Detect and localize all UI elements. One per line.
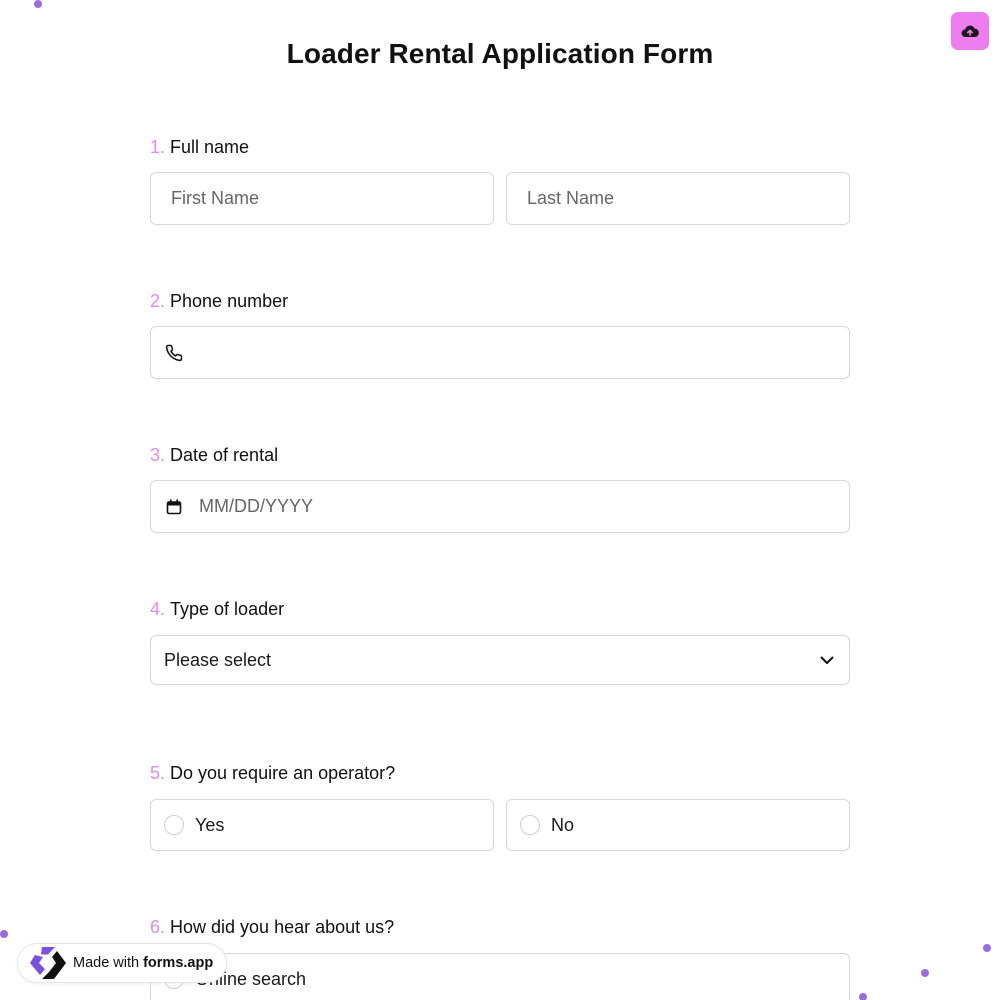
question-label-phone: 2. Phone number (150, 291, 288, 312)
forms-app-logo-icon (30, 947, 66, 979)
question-text: Phone number (170, 291, 289, 311)
operator-option-no[interactable]: No (506, 799, 850, 851)
question-text: Date of rental (170, 445, 279, 465)
first-name-input[interactable]: First Name (150, 172, 494, 225)
badge-brand: forms.app (143, 955, 214, 971)
last-name-placeholder: Last Name (527, 188, 615, 208)
last-name-input[interactable]: Last Name (506, 172, 850, 225)
decorative-dot (0, 930, 8, 938)
question-text: Do you require an operator? (170, 763, 396, 783)
radio-circle[interactable] (520, 815, 540, 835)
radio-label: No (551, 814, 575, 835)
loader-type-selected-value: Please select (164, 649, 272, 670)
made-with-badge[interactable]: Made with forms.app (17, 943, 227, 983)
decorative-dot (921, 969, 929, 977)
question-number: 6. (150, 917, 166, 937)
chevron-down-icon (820, 656, 834, 664)
radio-circle[interactable] (164, 815, 184, 835)
question-number: 1. (150, 137, 166, 157)
cloud-upload-icon (961, 25, 979, 38)
question-label-operator: 5. Do you require an operator? (150, 763, 395, 784)
phone-input[interactable] (150, 326, 850, 379)
phone-icon (165, 344, 183, 361)
heard-option-online-search[interactable]: Online search (150, 953, 850, 1000)
date-input[interactable]: MM/DD/YYYY (150, 480, 850, 533)
question-number: 3. (150, 445, 166, 465)
loader-type-select[interactable]: Please select (150, 635, 850, 685)
question-label-full-name: 1. Full name (150, 137, 249, 158)
badge-prefix: Made with (73, 955, 140, 971)
question-label-date: 3. Date of rental (150, 445, 278, 466)
decorative-dot (983, 944, 991, 952)
form-title: Loader Rental Application Form (286, 38, 714, 69)
question-text: Full name (170, 137, 250, 157)
question-text: Type of loader (170, 599, 285, 619)
question-label-heard-about: 6. How did you hear about us? (150, 917, 394, 938)
question-number: 4. (150, 599, 166, 619)
decorative-dot (859, 993, 867, 1000)
radio-label: Yes (195, 814, 225, 835)
operator-option-yes[interactable]: Yes (150, 799, 494, 851)
question-number: 2. (150, 291, 166, 311)
question-text: How did you hear about us? (170, 917, 395, 937)
calendar-icon (166, 498, 182, 514)
date-placeholder: MM/DD/YYYY (199, 496, 314, 516)
decorative-dot (34, 0, 42, 8)
question-label-loader-type: 4. Type of loader (150, 599, 284, 620)
first-name-placeholder: First Name (171, 188, 260, 208)
question-number: 5. (150, 763, 166, 783)
